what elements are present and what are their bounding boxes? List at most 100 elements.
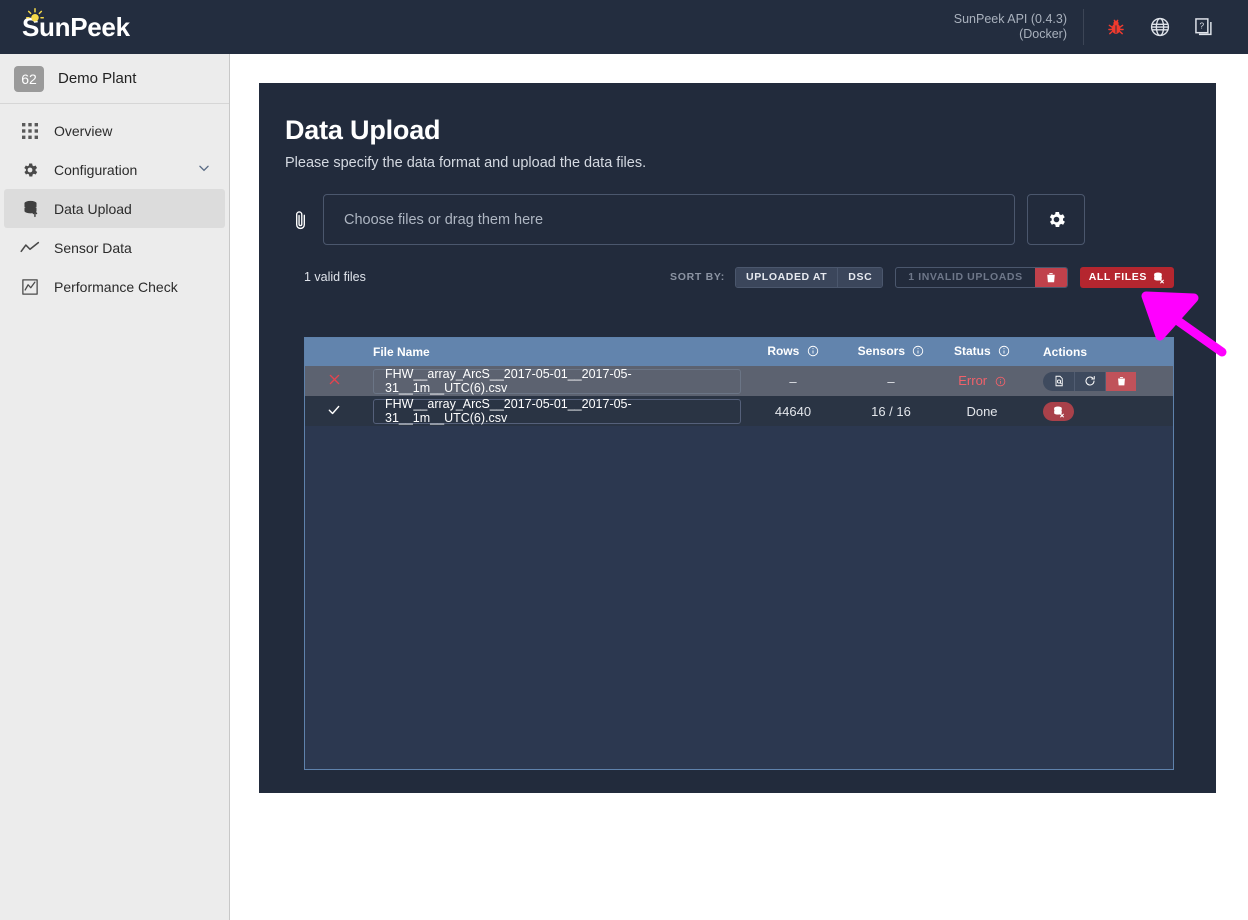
- table-toolbar: 1 valid files SORT BY: UPLOADED AT DSC 1…: [304, 266, 1174, 288]
- globe-icon: [1150, 17, 1170, 37]
- invalid-uploads-control: 1 INVALID UPLOADS: [895, 266, 1068, 288]
- api-version-line1: SunPeek API (0.4.3): [953, 12, 1067, 26]
- data-upload-card: Data Upload Please specify the data form…: [259, 83, 1216, 793]
- file-search-icon: [1055, 375, 1063, 387]
- chart-box-icon: [18, 276, 42, 298]
- bug-report-button[interactable]: [1094, 0, 1138, 54]
- database-upload-icon: [18, 198, 42, 220]
- plant-id-badge: 62: [14, 65, 44, 92]
- trash-icon: [1117, 376, 1125, 386]
- sidebar: 62 Demo Plant Overview Configuration Dat…: [0, 54, 230, 920]
- paperclip-icon: [285, 209, 315, 231]
- column-header-file-name: File Name: [373, 345, 430, 359]
- column-header-sensors-label: Sensors: [857, 344, 905, 358]
- sidebar-item-configuration[interactable]: Configuration: [4, 150, 225, 189]
- sort-direction-button[interactable]: DSC: [837, 267, 883, 287]
- file-name-cell: FHW__array_ArcS__2017-05-01__2017-05-31_…: [363, 397, 743, 425]
- column-header-actions: Actions: [1043, 345, 1088, 359]
- app-root: SunPeek SunPeek API (0.4.3) (Docker) ? 6…: [0, 0, 1248, 920]
- sidebar-item-sensor-data[interactable]: Sensor Data: [4, 228, 225, 267]
- info-icon[interactable]: [912, 345, 924, 360]
- table-row[interactable]: FHW__array_ArcS__2017-05-01__2017-05-31_…: [305, 396, 1173, 426]
- info-icon[interactable]: [998, 345, 1010, 360]
- main-content: Data Upload Please specify the data form…: [230, 54, 1248, 920]
- upload-row: Choose files or drag them here: [285, 194, 1216, 245]
- toolbar-controls: SORT BY: UPLOADED AT DSC 1 INVALID UPLOA…: [670, 266, 1174, 288]
- sidebar-item-label: Configuration: [54, 161, 138, 178]
- retry-upload-button[interactable]: [1074, 371, 1105, 391]
- sidebar-item-data-upload[interactable]: Data Upload: [4, 189, 225, 228]
- column-header-status: Status: [939, 344, 1025, 360]
- sidebar-item-label: Data Upload: [54, 200, 132, 217]
- data-format-settings-button[interactable]: [1027, 194, 1085, 245]
- info-icon[interactable]: [807, 345, 819, 360]
- file-name-input[interactable]: FHW__array_ArcS__2017-05-01__2017-05-31_…: [373, 397, 741, 425]
- language-button[interactable]: [1138, 0, 1182, 54]
- inspect-file-button[interactable]: [1043, 371, 1074, 391]
- database-x-icon: [1154, 272, 1164, 283]
- check-icon: [328, 405, 340, 414]
- trash-icon: [1046, 272, 1055, 282]
- grid-icon: [18, 120, 42, 142]
- api-version-line2: (Docker): [1019, 27, 1067, 41]
- sidebar-item-label: Performance Check: [54, 278, 178, 295]
- delete-invalid-uploads-button[interactable]: [1034, 267, 1067, 287]
- all-files-label: ALL FILES: [1088, 271, 1147, 283]
- api-version-label: SunPeek API (0.4.3) (Docker): [954, 9, 1084, 45]
- file-name-cell: FHW__array_ArcS__2017-05-01__2017-05-31_…: [363, 367, 743, 395]
- page-subtitle: Please specify the data format and uploa…: [285, 155, 647, 171]
- row-status-icon: [305, 403, 363, 420]
- invalid-uploads-label: 1 INVALID UPLOADS: [908, 271, 1023, 283]
- header-right-group: SunPeek API (0.4.3) (Docker) ?: [954, 0, 1248, 54]
- column-header-status-label: Status: [953, 344, 991, 358]
- sort-by-label: SORT BY:: [670, 271, 726, 283]
- page-title: Data Upload: [285, 115, 441, 145]
- file-name-input[interactable]: FHW__array_ArcS__2017-05-01__2017-05-31_…: [373, 367, 741, 395]
- database-x-icon: [1054, 406, 1064, 417]
- sidebar-item-label: Overview: [54, 122, 113, 139]
- column-header-rows-label: Rows: [767, 344, 800, 358]
- row-actions-group: [1043, 371, 1173, 391]
- status-text: Error: [958, 372, 988, 388]
- help-docs-icon: ?: [1195, 18, 1212, 36]
- status-cell: Done: [966, 403, 998, 419]
- line-chart-icon: [18, 237, 42, 259]
- sun-icon: [26, 8, 44, 22]
- files-table: File Name Rows Sensors Status Actions FH…: [304, 337, 1174, 770]
- plant-selector[interactable]: 62 Demo Plant: [0, 54, 229, 104]
- sort-control: UPLOADED AT DSC: [735, 266, 884, 288]
- actions-cell: [1025, 371, 1173, 391]
- table-row[interactable]: FHW__array_ArcS__2017-05-01__2017-05-31_…: [305, 366, 1173, 396]
- sensors-cell: 16 / 16: [871, 403, 911, 419]
- gear-icon: [1049, 211, 1065, 228]
- column-header-rows: Rows: [743, 344, 843, 360]
- row-status-icon: [305, 373, 363, 389]
- retry-icon: [1085, 376, 1095, 386]
- app-header: SunPeek SunPeek API (0.4.3) (Docker) ?: [0, 0, 1248, 54]
- delete-plant-data-button[interactable]: [1043, 401, 1074, 421]
- rows-cell: –: [789, 373, 797, 389]
- delete-file-button[interactable]: [1105, 371, 1136, 391]
- sidebar-item-label: Sensor Data: [54, 239, 132, 256]
- sidebar-item-performance-check[interactable]: Performance Check: [4, 267, 225, 306]
- app-logo[interactable]: SunPeek: [0, 0, 230, 54]
- help-docs-button[interactable]: ?: [1182, 0, 1226, 54]
- sidebar-item-overview[interactable]: Overview: [4, 111, 225, 150]
- valid-files-count: 1 valid files: [304, 270, 366, 284]
- gear-icon: [18, 159, 42, 181]
- info-icon[interactable]: [995, 375, 1006, 390]
- sort-field-button[interactable]: UPLOADED AT: [736, 267, 838, 287]
- chevron-down-icon[interactable]: [197, 161, 211, 178]
- table-header-row: File Name Rows Sensors Status Actions: [305, 338, 1173, 366]
- all-files-button[interactable]: ALL FILES: [1079, 266, 1174, 288]
- plant-name-label: Demo Plant: [58, 70, 137, 87]
- actions-cell: [1025, 401, 1173, 421]
- column-header-sensors: Sensors: [843, 344, 939, 360]
- rows-cell: 44640: [774, 403, 812, 419]
- x-icon: [329, 374, 339, 385]
- bug-icon: [1108, 19, 1124, 35]
- file-drop-input[interactable]: Choose files or drag them here: [323, 194, 1015, 245]
- file-input-placeholder: Choose files or drag them here: [344, 211, 544, 228]
- sensors-cell: –: [887, 373, 895, 389]
- svg-text:?: ?: [1200, 21, 1205, 30]
